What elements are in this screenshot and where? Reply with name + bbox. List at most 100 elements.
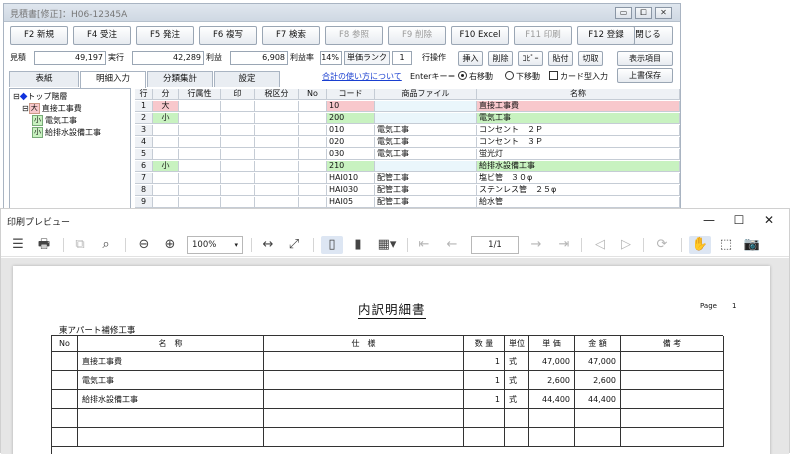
grid-cell[interactable]: [179, 197, 221, 208]
last-page-icon[interactable]: ⇥: [555, 236, 573, 254]
grid-cell[interactable]: [179, 173, 221, 184]
grid-row-number[interactable]: 8: [135, 185, 153, 196]
grid-cell[interactable]: [153, 173, 179, 184]
grid-cell[interactable]: [179, 161, 221, 172]
grid-cell[interactable]: 給排水設備工事: [477, 161, 680, 172]
grid-cell[interactable]: [299, 197, 327, 208]
fit-width-icon[interactable]: ↔: [259, 236, 277, 254]
grid-cell[interactable]: [375, 101, 477, 112]
grid-cell[interactable]: 電気工事: [375, 125, 477, 136]
grid-cell[interactable]: [255, 173, 299, 184]
grid-column-header[interactable]: 名称: [477, 89, 680, 100]
tab-detail-input[interactable]: 明細入力: [80, 71, 146, 88]
grid-cell[interactable]: [221, 185, 255, 196]
grid-cell[interactable]: 蛍光灯: [477, 149, 680, 160]
grid-cell[interactable]: 030: [327, 149, 375, 160]
tree-root[interactable]: ⊟◆トップ階層: [13, 91, 67, 103]
single-page-icon[interactable]: ▯: [321, 236, 343, 254]
radio-move-down[interactable]: 下移動: [505, 70, 540, 84]
function-key-button[interactable]: F6 複写: [199, 26, 257, 45]
grid-cell[interactable]: [179, 113, 221, 124]
grid-cell[interactable]: [153, 149, 179, 160]
restore-icon[interactable]: ⧠: [635, 7, 652, 19]
maximize-icon[interactable]: ☐: [729, 213, 749, 227]
grid-cell[interactable]: [179, 149, 221, 160]
insert-row-button[interactable]: 挿入: [458, 51, 483, 66]
first-page-icon[interactable]: ⇤: [415, 236, 433, 254]
grid-cell[interactable]: HAI010: [327, 173, 375, 184]
function-key-button[interactable]: F10 Excel: [451, 26, 509, 45]
grid-cell[interactable]: [221, 197, 255, 208]
page-number-input[interactable]: 1/1: [471, 236, 519, 254]
close-icon[interactable]: ✕: [759, 213, 779, 227]
cut-row-button[interactable]: 切取: [578, 51, 603, 66]
grid-column-header[interactable]: 印: [221, 89, 255, 100]
menu-icon[interactable]: ☰: [9, 236, 27, 254]
grid-cell[interactable]: [299, 137, 327, 148]
grid-cell[interactable]: [153, 185, 179, 196]
grid-cell[interactable]: [255, 101, 299, 112]
grid-cell[interactable]: [299, 185, 327, 196]
unit-rank-input[interactable]: 1: [392, 51, 412, 65]
function-key-button[interactable]: F12 登録: [577, 26, 635, 45]
function-key-button[interactable]: F9 削除: [388, 26, 446, 45]
grid-cell[interactable]: [255, 113, 299, 124]
grid-cell[interactable]: 200: [327, 113, 375, 124]
grid-cell[interactable]: 配管工事: [375, 173, 477, 184]
grid-cell[interactable]: 小: [153, 161, 179, 172]
grid-cell[interactable]: 直接工事費: [477, 101, 680, 112]
close-icon[interactable]: ✕: [655, 7, 672, 19]
grid-row-number[interactable]: 6: [135, 161, 153, 172]
select-tool-icon[interactable]: ⬚: [717, 236, 735, 254]
tab-settings[interactable]: 設定: [214, 71, 280, 87]
radio-move-right[interactable]: 右移動: [458, 70, 493, 84]
grid-cell[interactable]: [255, 149, 299, 160]
grid-column-header[interactable]: 行属性: [179, 89, 221, 100]
function-key-button[interactable]: F8 参照: [325, 26, 383, 45]
grid-cell[interactable]: 電気工事: [477, 113, 680, 124]
sum-help-link[interactable]: 合計の使い方について: [322, 70, 402, 84]
grid-row-number[interactable]: 3: [135, 125, 153, 136]
grid-cell[interactable]: [299, 125, 327, 136]
tree-item[interactable]: 小電気工事: [32, 115, 77, 127]
zoom-select[interactable]: 100% ▾: [187, 236, 243, 254]
grid-cell[interactable]: [299, 101, 327, 112]
grid-cell[interactable]: 配管工事: [375, 197, 477, 208]
grid-cell[interactable]: 010: [327, 125, 375, 136]
grid-cell[interactable]: ステンレス管 ２５φ: [477, 185, 680, 196]
grid-cell[interactable]: [299, 173, 327, 184]
grid-row-number[interactable]: 2: [135, 113, 153, 124]
grid-cell[interactable]: [221, 101, 255, 112]
search-icon[interactable]: ⌕: [97, 236, 115, 254]
grid-column-header[interactable]: 行: [135, 89, 153, 100]
grid-cell[interactable]: [375, 113, 477, 124]
grid-cell[interactable]: [153, 137, 179, 148]
next-page-icon[interactable]: →: [527, 236, 545, 254]
grid-cell[interactable]: 10: [327, 101, 375, 112]
grid-column-header[interactable]: No: [299, 89, 327, 100]
zoom-out-icon[interactable]: ⊖: [135, 236, 153, 254]
grid-cell[interactable]: [153, 197, 179, 208]
grid-cell[interactable]: 020: [327, 137, 375, 148]
minimize-icon[interactable]: —: [699, 213, 719, 227]
print-icon[interactable]: 🖶: [35, 236, 53, 254]
grid-row-number[interactable]: 5: [135, 149, 153, 160]
grid-cell[interactable]: [221, 137, 255, 148]
grid-cell[interactable]: [179, 125, 221, 136]
grid-cell[interactable]: 大: [153, 101, 179, 112]
copy-icon[interactable]: ⧉: [71, 236, 89, 254]
grid-cell[interactable]: [255, 197, 299, 208]
grid-cell[interactable]: [375, 161, 477, 172]
backward-icon[interactable]: ◁: [591, 236, 609, 254]
grid-column-header[interactable]: 分: [153, 89, 179, 100]
snapshot-icon[interactable]: 📷: [743, 236, 761, 254]
grid-cell[interactable]: [179, 101, 221, 112]
paste-row-button[interactable]: 貼付: [548, 51, 573, 66]
grid-cell[interactable]: [179, 185, 221, 196]
grid-row-number[interactable]: 1: [135, 101, 153, 112]
grid-row-number[interactable]: 4: [135, 137, 153, 148]
multi-page-icon[interactable]: ▦▾: [375, 236, 399, 254]
tab-cover[interactable]: 表紙: [9, 71, 79, 87]
fit-page-icon[interactable]: ⤢: [285, 236, 303, 254]
grid-cell[interactable]: [299, 149, 327, 160]
